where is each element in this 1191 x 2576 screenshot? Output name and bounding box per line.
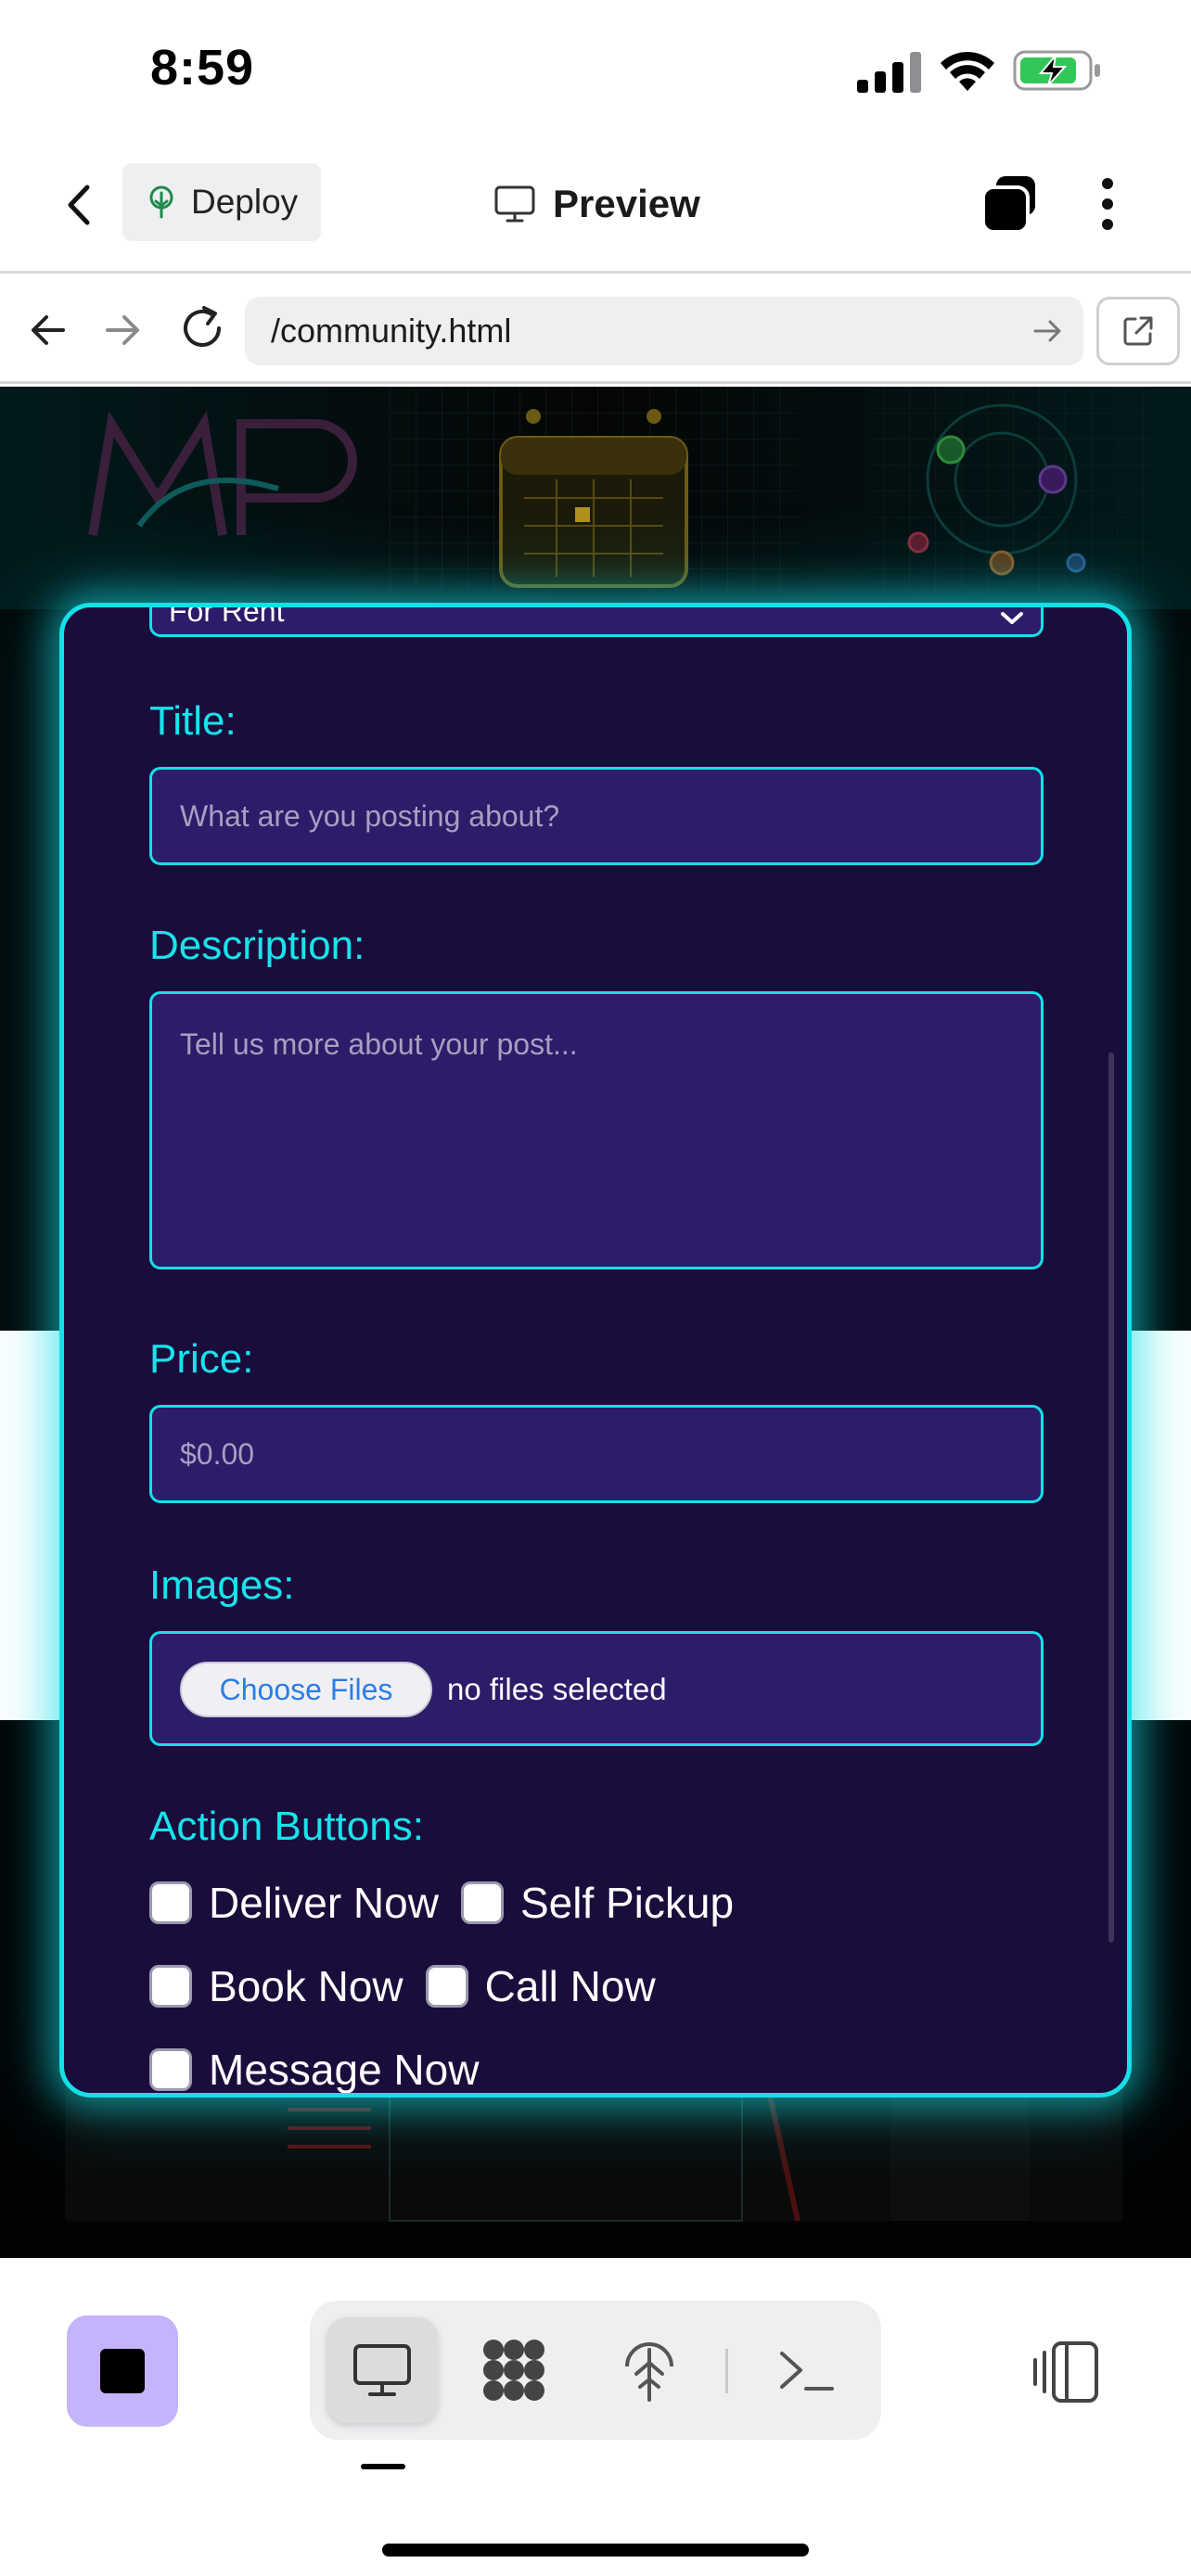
book-now-checkbox[interactable] — [149, 1965, 192, 2008]
scrollbar[interactable] — [1108, 1052, 1114, 1943]
price-placeholder: $0.00 — [180, 1436, 255, 1471]
price-label: Price: — [149, 1336, 254, 1382]
tab-apps[interactable] — [458, 2317, 570, 2423]
chevron-left-icon — [68, 185, 90, 225]
category-select[interactable]: For Rent — [149, 603, 1044, 637]
monitor-icon — [353, 2344, 411, 2396]
deploy-tree-icon — [625, 2342, 673, 2402]
title-placeholder: What are you posting about? — [180, 798, 560, 833]
stop-button[interactable] — [67, 2315, 178, 2427]
deploy-label: Deploy — [191, 183, 299, 221]
nav-back-icon[interactable] — [22, 304, 74, 356]
price-input[interactable]: $0.00 — [149, 1405, 1044, 1503]
message-now-checkbox[interactable] — [149, 2048, 192, 2091]
url-text: /community.html — [271, 312, 512, 350]
tab-deploy[interactable] — [594, 2317, 705, 2423]
chevron-down-icon — [1001, 612, 1023, 624]
reload-icon[interactable] — [174, 300, 230, 356]
terminal-icon — [780, 2352, 834, 2391]
self-pickup-checkbox[interactable] — [460, 1881, 504, 1924]
action-row-1: Deliver Now Self Pickup — [149, 1878, 756, 1928]
tab-preview[interactable] — [327, 2317, 438, 2423]
deliver-now-checkbox[interactable] — [149, 1881, 192, 1924]
tab-console[interactable] — [751, 2317, 863, 2423]
choose-files-button[interactable]: Choose Files — [180, 1662, 432, 1717]
back-button[interactable] — [46, 172, 111, 237]
form-scroll-area[interactable]: For Rent Title: What are you posting abo… — [64, 607, 1127, 2093]
more-options-icon[interactable] — [1085, 172, 1130, 236]
deliver-now-option[interactable]: Deliver Now — [149, 1878, 439, 1928]
preview-title: Preview — [493, 167, 700, 241]
self-pickup-label: Self Pickup — [519, 1879, 735, 1927]
deploy-tree-icon — [149, 185, 173, 219]
call-now-option[interactable]: Call Now — [425, 1961, 656, 2011]
deploy-button[interactable]: Deploy — [122, 163, 321, 241]
url-field[interactable]: /community.html — [245, 297, 1083, 365]
images-label: Images: — [149, 1562, 295, 1608]
choose-files-label: Choose Files — [219, 1672, 393, 1706]
home-indicator — [382, 2544, 809, 2557]
post-form-card: For Rent Title: What are you posting abo… — [59, 603, 1132, 2098]
cellular-signal-icon — [857, 52, 921, 93]
active-tab-indicator — [361, 2464, 405, 2469]
sidebar-toggle-icon[interactable] — [1030, 2338, 1102, 2406]
description-textarea[interactable]: Tell us more about your post... — [149, 991, 1044, 1269]
call-now-checkbox[interactable] — [425, 1965, 468, 2008]
category-value: For Rent — [169, 603, 285, 628]
title-input[interactable]: What are you posting about? — [149, 767, 1044, 865]
status-time: 8:59 — [150, 40, 255, 96]
description-label: Description: — [149, 923, 365, 968]
action-row-2: Book Now Call Now — [149, 1961, 678, 2011]
browser-bar: /community.html — [0, 276, 1191, 384]
images-file-input[interactable]: Choose Files no files selected — [149, 1631, 1044, 1746]
tabs-icon[interactable] — [978, 172, 1041, 236]
title-label: Title: — [149, 698, 237, 744]
action-buttons-label: Action Buttons: — [149, 1804, 424, 1849]
status-bar: 8:59 — [0, 0, 1191, 139]
wifi-icon — [941, 51, 994, 91]
file-status-text: no files selected — [447, 1672, 667, 1706]
deliver-now-label: Deliver Now — [209, 1879, 439, 1927]
app-header: Deploy Preview — [0, 139, 1191, 274]
call-now-label: Call Now — [484, 1962, 656, 2010]
toolbar-divider — [725, 2349, 728, 2393]
self-pickup-option[interactable]: Self Pickup — [460, 1878, 735, 1928]
view-switcher — [310, 2301, 881, 2440]
stop-icon — [100, 2349, 145, 2393]
go-arrow-icon[interactable] — [1030, 313, 1065, 349]
bottom-toolbar — [0, 2258, 1191, 2576]
message-now-label: Message Now — [209, 2046, 480, 2094]
preview-label: Preview — [553, 182, 700, 225]
grid-blob-icon — [483, 2340, 544, 2401]
battery-charging-icon — [1013, 50, 1100, 91]
book-now-option[interactable]: Book Now — [149, 1961, 403, 2011]
open-external-button[interactable] — [1096, 297, 1180, 365]
nav-forward-icon[interactable] — [96, 304, 148, 356]
monitor-icon — [494, 185, 535, 223]
message-now-option[interactable]: Message Now — [149, 2045, 480, 2094]
book-now-label: Book Now — [209, 1962, 403, 2010]
description-placeholder: Tell us more about your post... — [180, 1027, 578, 1061]
external-link-icon — [1123, 316, 1153, 346]
action-row-3: Message Now — [149, 2045, 501, 2094]
